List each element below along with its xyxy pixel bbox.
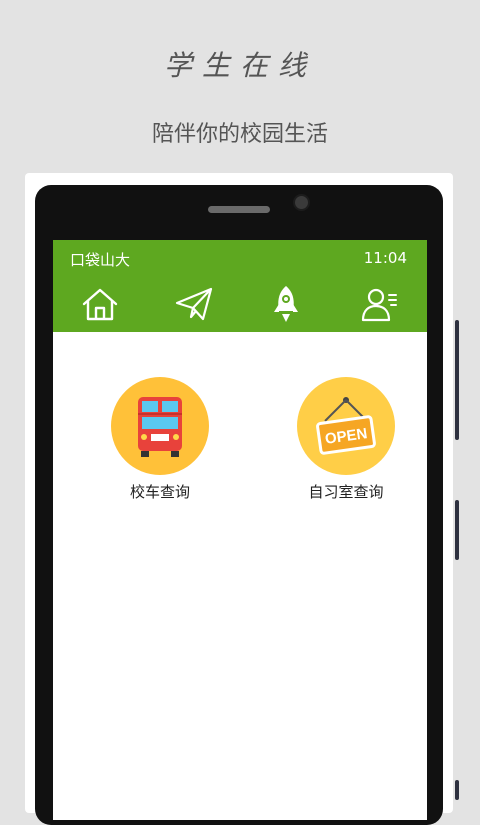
nav-message-button[interactable] bbox=[170, 280, 218, 328]
status-time: 11:04 bbox=[363, 249, 407, 267]
rocket-icon bbox=[274, 286, 298, 322]
bus-icon-circle bbox=[111, 377, 209, 475]
nav-profile-button[interactable] bbox=[356, 280, 404, 328]
phone-frame: 口袋山大 11:04 校车查询 OPEN 自习室查询 bbox=[35, 185, 443, 825]
phone-side-button bbox=[455, 320, 459, 440]
status-bar: 口袋山大 11:04 bbox=[53, 240, 427, 276]
study-room-query-label: 自习室查询 bbox=[308, 483, 384, 501]
phone-speaker bbox=[208, 206, 270, 213]
home-icon bbox=[82, 288, 118, 321]
study-room-query-tile[interactable]: OPEN 自习室查询 bbox=[281, 377, 411, 502]
phone-screen: 口袋山大 11:04 校车查询 OPEN 自习室查询 bbox=[53, 240, 427, 820]
open-sign-icon-circle: OPEN bbox=[297, 377, 395, 475]
bus-query-tile[interactable]: 校车查询 bbox=[95, 377, 225, 502]
profile-icon bbox=[361, 288, 397, 322]
status-carrier: 口袋山大 bbox=[70, 251, 131, 269]
bus-query-label: 校车查询 bbox=[129, 483, 190, 501]
page-subtitle: 陪伴你的校园生活 bbox=[151, 122, 328, 147]
top-nav-bar bbox=[53, 276, 427, 332]
phone-side-button bbox=[455, 500, 459, 560]
open-sign-icon: OPEN bbox=[316, 397, 376, 455]
page-title: 学生在线 bbox=[163, 49, 316, 82]
nav-discover-button[interactable] bbox=[262, 280, 310, 328]
phone-side-button bbox=[455, 780, 459, 800]
paper-plane-icon bbox=[175, 287, 213, 321]
phone-camera bbox=[293, 194, 310, 211]
bus-icon bbox=[138, 397, 182, 457]
nav-home-button[interactable] bbox=[76, 280, 124, 328]
